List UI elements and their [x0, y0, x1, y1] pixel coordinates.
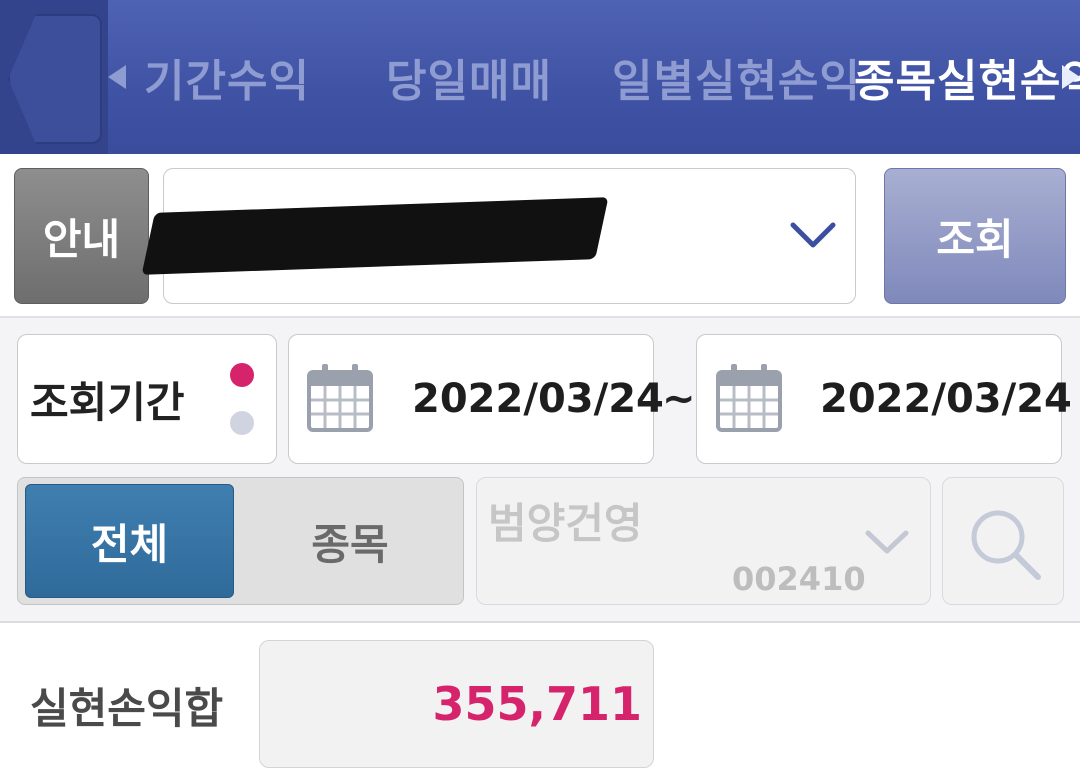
period-radio-unselected[interactable]: [230, 411, 254, 435]
filter-all-button[interactable]: 전체: [25, 484, 234, 598]
date-from-value: 2022/03/24: [412, 376, 664, 422]
scroll-left-icon[interactable]: [108, 65, 126, 89]
search-button[interactable]: 조회: [884, 168, 1066, 304]
back-button[interactable]: [0, 0, 108, 154]
scroll-right-icon[interactable]: [1062, 65, 1080, 89]
stock-code: 002410: [732, 560, 866, 598]
guide-button[interactable]: 안내: [14, 168, 149, 304]
calendar-icon[interactable]: [715, 362, 783, 434]
stock-name: 범양건영: [488, 499, 643, 548]
filter-stock-button[interactable]: 종목: [240, 484, 460, 598]
chevron-down-icon[interactable]: [864, 525, 910, 559]
date-to-value: 2022/03/24: [820, 376, 1072, 422]
realized-pnl-label: 실현손익합: [30, 683, 224, 733]
tab-daily-trade[interactable]: 당일매매: [386, 0, 552, 154]
period-radio-selected[interactable]: [230, 363, 254, 387]
period-label: 조회기간: [30, 377, 185, 427]
search-icon[interactable]: [966, 505, 1044, 583]
back-arrow-icon: [8, 14, 102, 144]
tab-period-profit[interactable]: 기간수익: [144, 0, 310, 154]
realized-pnl-value: 355,711: [432, 677, 642, 731]
tab-daily-realized[interactable]: 일별실현손익: [612, 0, 861, 154]
calendar-icon[interactable]: [306, 362, 374, 434]
date-separator: ~: [662, 376, 696, 422]
tab-stock-realized[interactable]: 종목실현손익: [854, 0, 1080, 154]
chevron-down-icon[interactable]: [788, 215, 838, 255]
